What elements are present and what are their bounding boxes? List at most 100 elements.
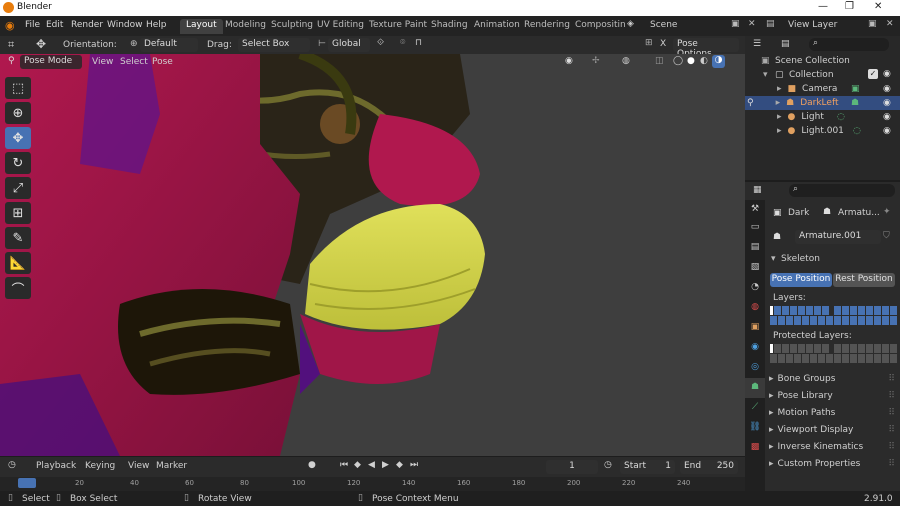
properties-search-input[interactable]: ⌕ — [789, 184, 895, 197]
menu-keying[interactable]: Keying — [85, 461, 115, 471]
skeleton-panel-title[interactable]: Skeleton — [781, 254, 820, 264]
play-icon[interactable]: ▶ — [382, 460, 389, 470]
scene-name[interactable]: Scene — [650, 20, 677, 30]
next-keyframe-icon[interactable]: ◆ — [396, 460, 403, 470]
new-view-layer-icon[interactable]: ▣ — [868, 19, 877, 29]
properties-editor-icon[interactable]: ▦ — [753, 185, 762, 195]
gizmo-icon[interactable]: ✢ — [592, 56, 600, 66]
blender-menu-icon[interactable]: ◉ — [5, 19, 15, 32]
outliner-row-camera[interactable]: ▸ ■ Camera ▣ ◉ — [745, 82, 900, 96]
bone-tool-icon[interactable]: ⌒ — [5, 277, 31, 299]
mirror-x-toggle[interactable]: X — [660, 39, 666, 49]
transform-tool-icon[interactable]: ⊞ — [5, 202, 31, 224]
protected-layers-grid-right[interactable] — [834, 344, 897, 363]
layers-grid-left[interactable] — [770, 306, 833, 325]
snap-target-icon[interactable]: ⊓ — [415, 38, 422, 48]
jump-start-icon[interactable]: ⏮ — [340, 460, 348, 470]
output-tab-icon[interactable]: ▤ — [745, 238, 765, 258]
outliner-editor-icon[interactable]: ☰ — [753, 39, 761, 49]
drag-dropdown[interactable]: Select Box — [238, 38, 310, 52]
expand-icon[interactable]: ▸ — [776, 98, 781, 108]
pin-icon[interactable]: ✦ — [883, 207, 891, 217]
mirror-icon[interactable]: ⊞ — [645, 38, 653, 48]
menu-pose[interactable]: Pose — [152, 57, 173, 67]
scale-tool-icon[interactable]: ⤢ — [5, 177, 31, 199]
visibility-icon[interactable]: ◉ — [565, 56, 573, 66]
tab-compositing[interactable]: Compositin — [569, 19, 632, 34]
menu-marker[interactable]: Marker — [156, 461, 187, 471]
delete-scene-icon[interactable]: ✕ — [748, 19, 756, 29]
rendered-shading-icon[interactable]: ◑ — [712, 55, 725, 68]
solid-shading-icon[interactable]: ● — [687, 56, 695, 66]
start-frame-field[interactable]: Start 1 — [620, 460, 675, 474]
cursor-tool-icon[interactable]: ⊕ — [5, 102, 31, 124]
pose-options-dropdown[interactable]: Pose Options — [673, 38, 739, 59]
select-box-tool-icon[interactable]: ⬚ — [5, 77, 31, 99]
playhead[interactable] — [18, 478, 36, 488]
view-layer-name[interactable]: View Layer — [788, 20, 837, 30]
mode-dropdown[interactable]: Pose Mode — [20, 55, 82, 69]
view-layer-tab-icon[interactable]: ▧ — [745, 258, 765, 278]
armature-browse-icon[interactable]: ☗ — [773, 232, 781, 242]
panel-bone-groups[interactable]: ▸ Bone Groups ⠿ — [769, 372, 897, 386]
render-tab-icon[interactable]: ▭ — [745, 218, 765, 238]
scene-tab-icon[interactable]: ◔ — [745, 278, 765, 298]
delete-view-layer-icon[interactable]: ✕ — [886, 19, 894, 29]
transform-orientation-dropdown[interactable]: Global — [328, 38, 370, 52]
overlay-icon[interactable]: ◍ — [622, 56, 630, 66]
panel-inverse-kinematics[interactable]: ▸ Inverse Kinematics ⠿ — [769, 440, 897, 454]
3d-viewport[interactable] — [0, 54, 745, 456]
expand-icon[interactable]: ▸ — [777, 112, 782, 122]
bone-constraint-tab-icon[interactable]: ⛓ — [745, 418, 765, 438]
expand-icon[interactable]: ▸ — [777, 84, 782, 94]
pivot-icon[interactable]: ⟐ — [377, 38, 384, 48]
panel-viewport-display[interactable]: ▸ Viewport Display ⠿ — [769, 423, 897, 437]
tool-tab-icon[interactable]: ⚒ — [745, 200, 765, 218]
outliner-row-darkleft[interactable]: ⚲ ▸ ☗ DarkLeft ☗ ◉ — [745, 96, 900, 110]
collection-label[interactable]: Collection — [789, 70, 834, 80]
menu-file[interactable]: File — [25, 20, 40, 30]
layers-grid-right[interactable] — [834, 306, 897, 325]
panel-pose-library[interactable]: ▸ Pose Library ⠿ — [769, 389, 897, 403]
orientation-dropdown[interactable]: Default — [140, 38, 198, 52]
material-shading-icon[interactable]: ◐ — [700, 56, 708, 66]
timeline-ruler[interactable]: 20 40 60 80 100 120 140 160 180 200 220 … — [0, 477, 745, 491]
protected-layers-grid-left[interactable] — [770, 344, 833, 363]
menu-playback[interactable]: Playback — [36, 461, 76, 471]
current-frame-field[interactable]: 1 — [546, 460, 598, 474]
world-tab-icon[interactable]: ◍ — [745, 298, 765, 318]
object-tab-icon[interactable]: ▣ — [745, 318, 765, 338]
menu-view[interactable]: View — [92, 57, 113, 67]
tab-layout[interactable]: Layout — [180, 19, 223, 34]
outliner-row-light-001[interactable]: ▸ ● Light.001 ◌ ◉ — [745, 124, 900, 138]
minimize-icon[interactable]: — — [818, 1, 828, 12]
new-scene-icon[interactable]: ▣ — [731, 19, 740, 29]
wireframe-shading-icon[interactable]: ◯ — [673, 56, 683, 66]
armature-data-field[interactable]: Armature.001 — [795, 230, 881, 244]
tab-rendering[interactable]: Rendering — [518, 19, 576, 34]
expand-icon[interactable]: ▸ — [777, 126, 782, 136]
bone-tab-icon[interactable]: ⟋ — [745, 398, 765, 418]
xray-icon[interactable]: ◫ — [655, 56, 664, 66]
menu-render[interactable]: Render — [71, 20, 103, 30]
eye-icon[interactable]: ◉ — [883, 98, 891, 108]
play-reverse-icon[interactable]: ◀ — [368, 460, 375, 470]
tab-shading[interactable]: Shading — [425, 19, 474, 34]
maximize-icon[interactable]: ❐ — [845, 1, 854, 12]
eye-icon[interactable]: ◉ — [883, 84, 891, 94]
collection-checkbox[interactable]: ✓ — [868, 69, 878, 79]
menu-timeline-view[interactable]: View — [128, 461, 149, 471]
tab-uv-editing[interactable]: UV Editing — [311, 19, 370, 34]
tab-modeling[interactable]: Modeling — [219, 19, 272, 34]
tab-texture-paint[interactable]: Texture Paint — [363, 19, 433, 34]
eye-icon[interactable]: ◉ — [883, 126, 891, 136]
armature-data-tab-icon[interactable]: ☗ — [745, 378, 765, 398]
close-icon[interactable]: ✕ — [874, 1, 882, 12]
panel-motion-paths[interactable]: ▸ Motion Paths ⠿ — [769, 406, 897, 420]
rotate-tool-icon[interactable]: ↻ — [5, 152, 31, 174]
texture-tab-icon[interactable]: ▩ — [745, 438, 765, 458]
prev-keyframe-icon[interactable]: ◆ — [354, 460, 361, 470]
move-tool-button-icon[interactable]: ✥ — [5, 127, 31, 149]
end-frame-field[interactable]: End 250 — [680, 460, 738, 474]
snap-icon[interactable]: ⌾ — [400, 38, 405, 48]
